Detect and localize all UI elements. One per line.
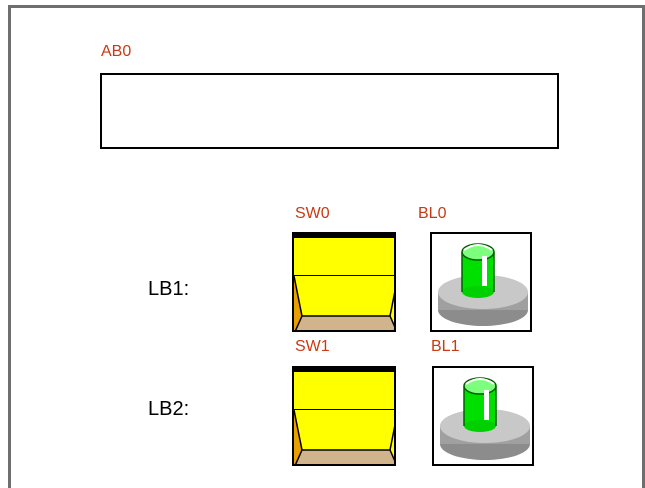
lamp-tag-bl1: BL1 (431, 338, 460, 355)
hmi-panel: AB0 SW0 BL0 LB1: SW1 BL1 LB2: (0, 0, 645, 488)
indicator-lamp-bl1 (432, 366, 534, 466)
toggle-switch-sw1[interactable] (292, 366, 396, 466)
row-label-lb1: LB1: (148, 278, 190, 300)
switch-icon (294, 234, 394, 330)
panel-border-left (8, 5, 11, 488)
switch-tag-sw0: SW0 (295, 205, 330, 222)
toggle-switch-sw0[interactable] (292, 232, 396, 332)
lamp-icon (440, 377, 530, 460)
lamp-icon (438, 243, 528, 326)
row-label-lb2: LB2: (148, 398, 190, 420)
indicator-lamp-bl0 (430, 232, 532, 332)
display-tag-label: AB0 (101, 43, 132, 60)
switch-tag-sw1: SW1 (295, 338, 330, 355)
switch-icon (294, 368, 394, 464)
lamp-tag-bl0: BL0 (418, 205, 447, 222)
display-text-box[interactable] (100, 73, 559, 149)
panel-border-top (8, 5, 645, 8)
